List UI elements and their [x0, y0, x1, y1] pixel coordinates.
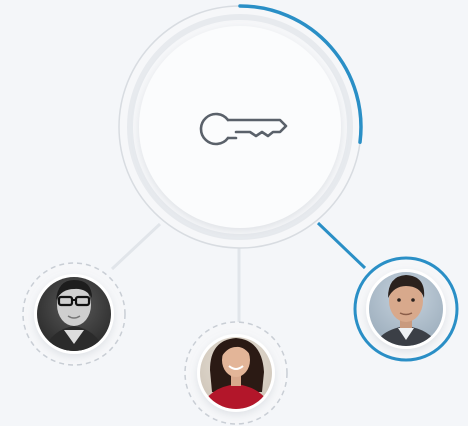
member-avatar-1-button[interactable]	[23, 263, 125, 365]
connector-line-right	[316, 221, 367, 270]
connector-line-left	[110, 222, 162, 271]
access-graph	[0, 0, 468, 426]
member-avatar-2-button[interactable]	[185, 322, 287, 424]
center-key-node-button[interactable]	[139, 26, 341, 228]
member-avatar-3-button[interactable]	[355, 258, 457, 360]
